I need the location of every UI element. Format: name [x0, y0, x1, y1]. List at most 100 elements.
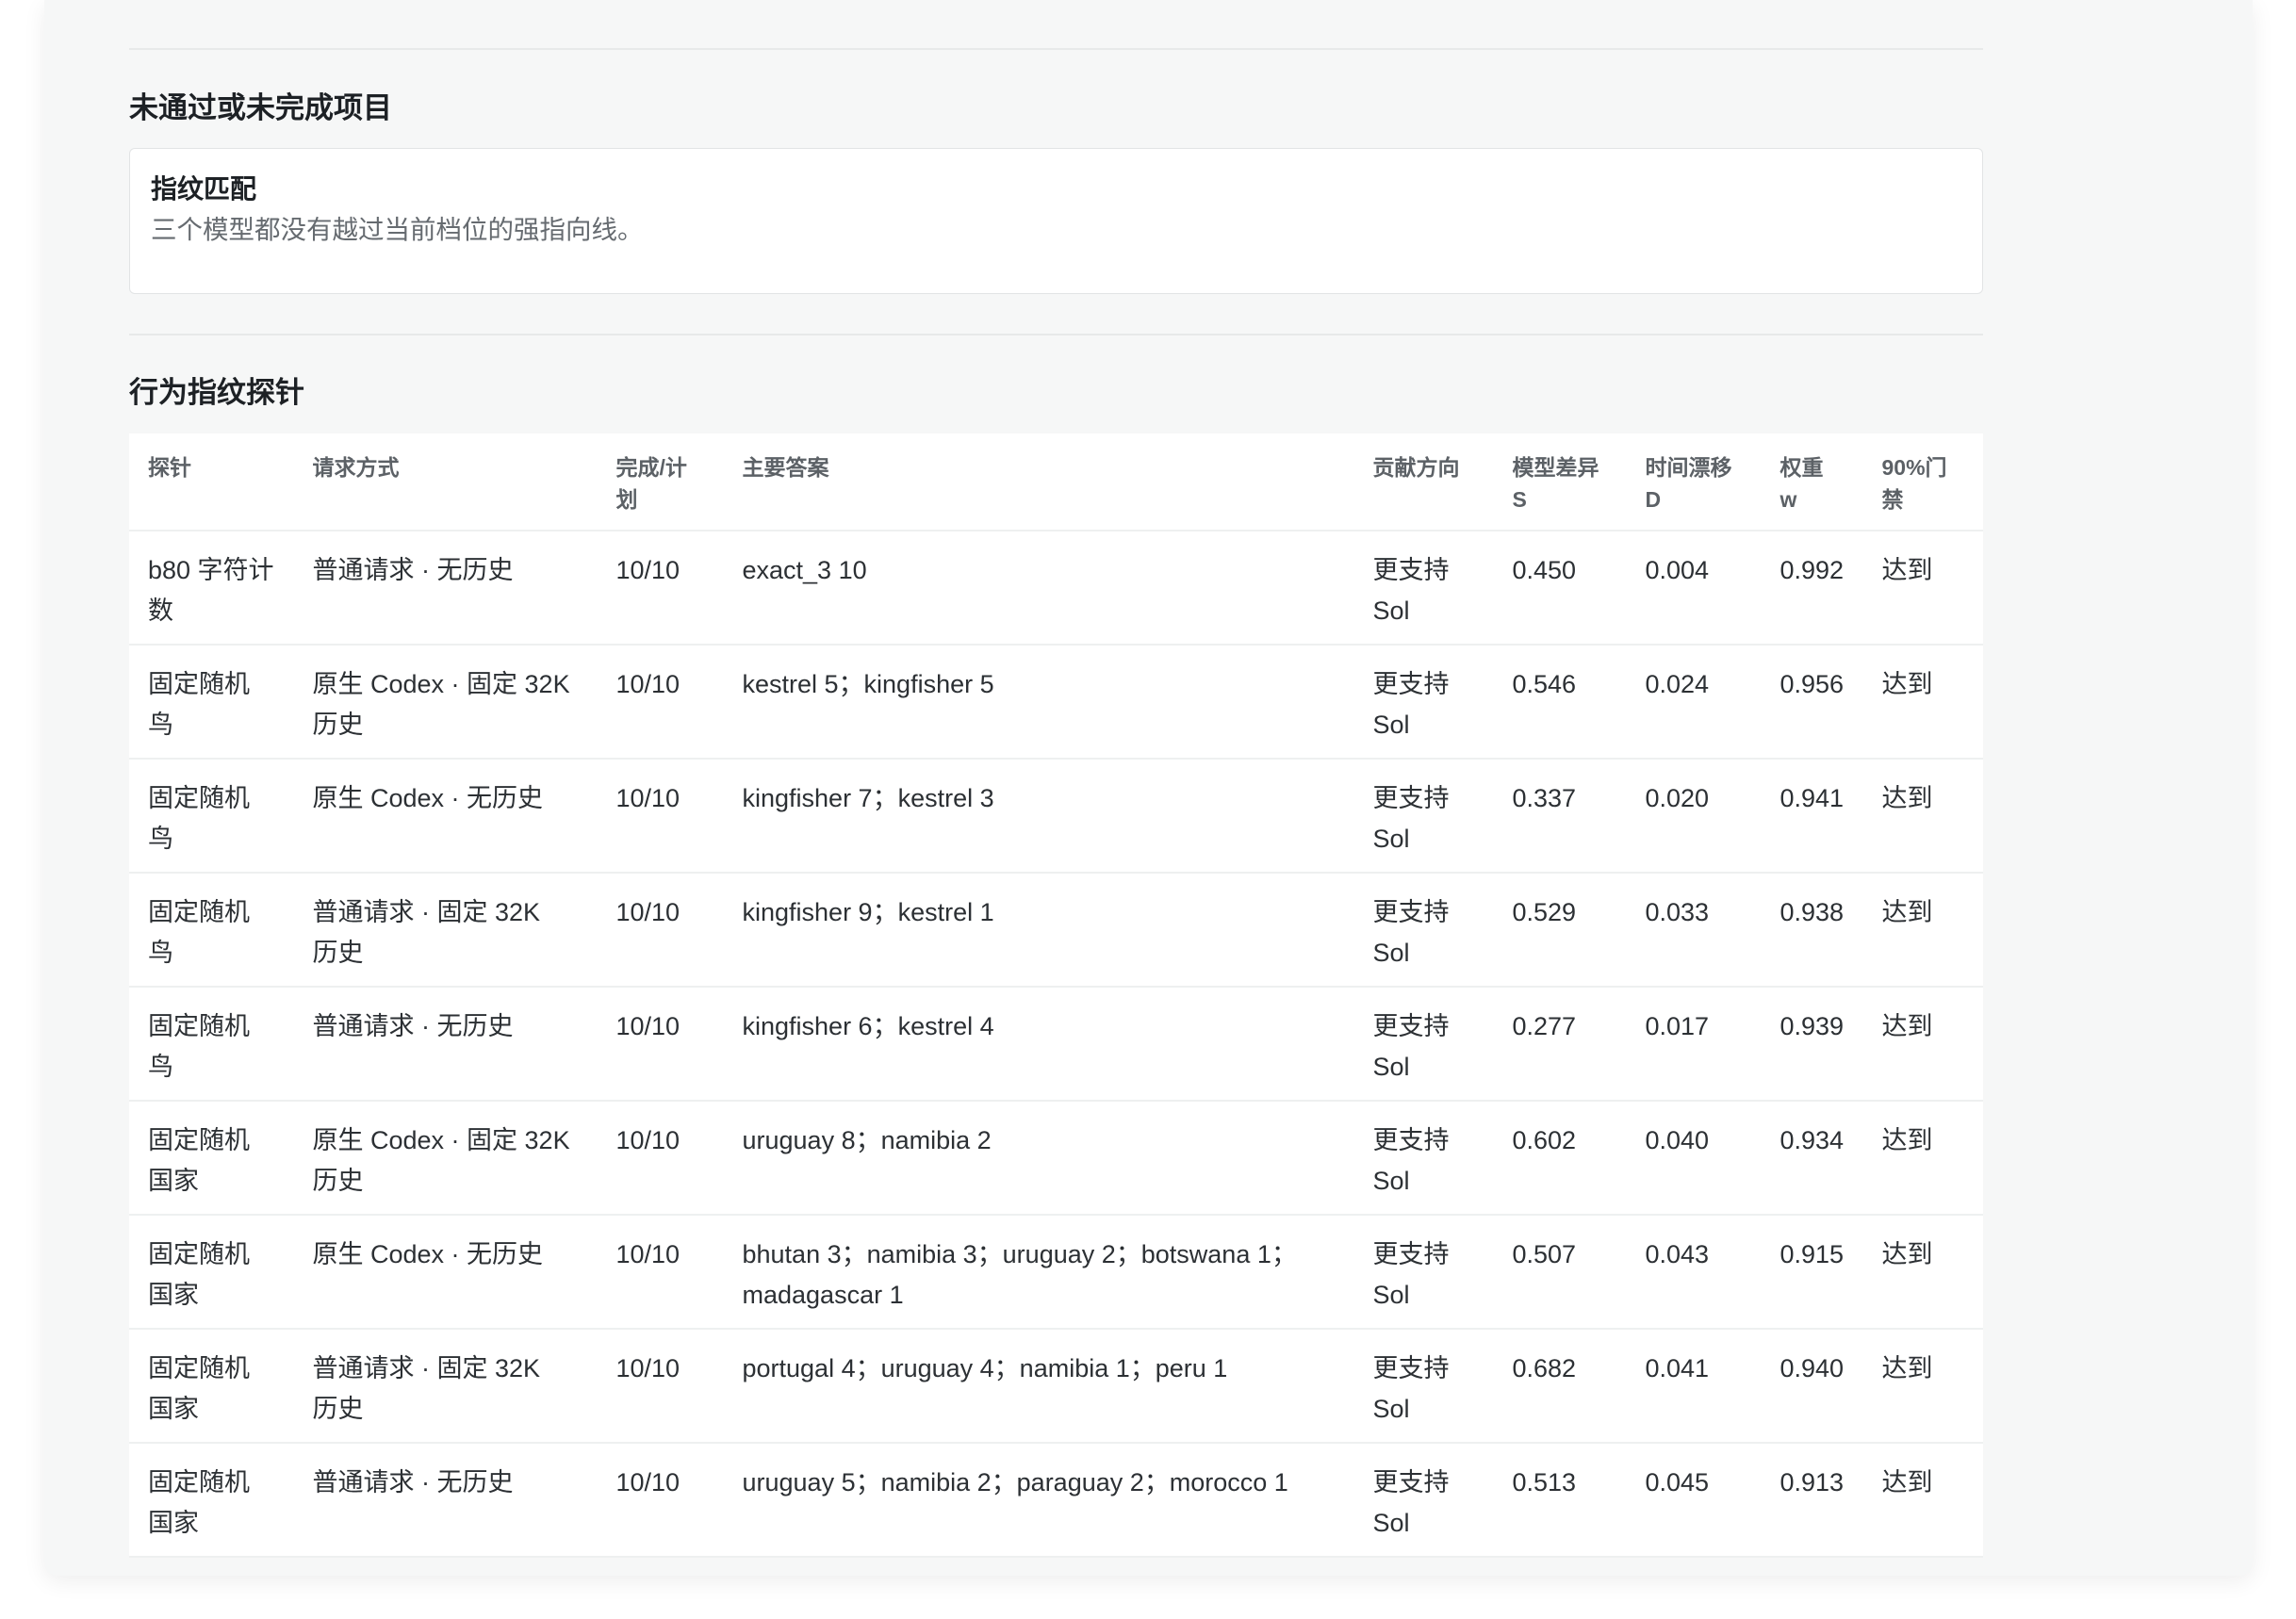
table-row: 固定随机国家 原生 Codex · 固定 32K 历史 10/10 uruguay 8…: [129, 1102, 1983, 1216]
column-header-probe: 探针: [148, 455, 191, 480]
cell-main-answers: bhutan 3；namibia 3；uruguay 2；botswana 1；…: [742, 1240, 1297, 1309]
cell-model-difference-s: 0.450: [1512, 556, 1577, 584]
column-header-weight-w: 权重 w: [1779, 455, 1824, 512]
cell-request-mode: 普通请求 · 固定 32K 历史: [312, 898, 541, 967]
cell-model-difference-s: 0.507: [1512, 1240, 1577, 1268]
cell-model-difference-s: 0.277: [1512, 1012, 1577, 1040]
table-row: 固定随机国家 原生 Codex · 无历史 10/10 bhutan 3；namibi…: [129, 1216, 1983, 1330]
cell-time-drift-d: 0.041: [1645, 1354, 1710, 1382]
cell-time-drift-d: 0.017: [1645, 1012, 1710, 1040]
column-header-request-mode: 请求方式: [312, 455, 400, 480]
cell-model-difference-s: 0.513: [1512, 1468, 1577, 1496]
cell-request-mode: 原生 Codex · 无历史: [312, 784, 544, 812]
cell-probe: 固定随机国家: [148, 1126, 250, 1195]
incomplete-item-card: 指纹匹配 三个模型都没有越过当前档位的强指向线。: [129, 148, 1983, 294]
table-row: 固定随机鸟 原生 Codex · 固定 32K 历史 10/10 kestrel 5；…: [129, 646, 1983, 760]
table-body: b80 字符计数 普通请求 · 无历史 10/10 exact_3 10 更支持 Sol…: [129, 531, 1983, 1558]
cell-weight-w: 0.992: [1779, 556, 1845, 584]
incomplete-item-title: 指纹匹配: [151, 173, 257, 204]
cell-model-difference-s: 0.546: [1512, 670, 1577, 698]
column-header-completed-planned: 完成/计划: [615, 455, 687, 512]
cell-completed-planned: 10/10: [615, 1126, 681, 1154]
cell-contribution-direction: 更支持 Sol: [1372, 784, 1450, 853]
cell-gate-90: 达到: [1881, 1126, 1933, 1154]
cell-model-difference-s: 0.682: [1512, 1354, 1577, 1382]
cell-request-mode: 原生 Codex · 固定 32K 历史: [312, 1126, 570, 1195]
cell-time-drift-d: 0.043: [1645, 1240, 1710, 1268]
cell-probe: 固定随机国家: [148, 1468, 250, 1537]
table-row: 固定随机鸟 普通请求 · 固定 32K 历史 10/10 kingfisher 9；k…: [129, 874, 1983, 988]
table-row: 固定随机国家 普通请求 · 固定 32K 历史 10/10 portugal 4；ur…: [129, 1330, 1983, 1444]
section-title-incomplete: 未通过或未完成项目: [129, 91, 392, 124]
cell-gate-90: 达到: [1881, 670, 1933, 698]
cell-request-mode: 普通请求 · 固定 32K 历史: [312, 1354, 541, 1423]
cell-completed-planned: 10/10: [615, 784, 681, 812]
cell-completed-planned: 10/10: [615, 1354, 681, 1382]
cell-gate-90: 达到: [1881, 898, 1933, 926]
cell-probe: 固定随机鸟: [148, 898, 250, 967]
cell-time-drift-d: 0.004: [1645, 556, 1710, 584]
column-header-gate-90: 90%门禁: [1881, 455, 1947, 512]
cell-model-difference-s: 0.529: [1512, 898, 1577, 926]
cell-time-drift-d: 0.024: [1645, 670, 1710, 698]
cell-weight-w: 0.913: [1779, 1468, 1845, 1496]
section-divider: [129, 334, 1983, 335]
cell-weight-w: 0.915: [1779, 1240, 1845, 1268]
cell-time-drift-d: 0.045: [1645, 1468, 1710, 1496]
cell-contribution-direction: 更支持 Sol: [1372, 670, 1450, 739]
section-title-probes: 行为指纹探针: [129, 375, 304, 409]
cell-time-drift-d: 0.040: [1645, 1126, 1710, 1154]
cell-request-mode: 原生 Codex · 无历史: [312, 1240, 544, 1268]
cell-main-answers: kingfisher 6；kestrel 4: [742, 1012, 994, 1040]
cell-probe: 固定随机鸟: [148, 784, 250, 853]
cell-gate-90: 达到: [1881, 556, 1933, 584]
incomplete-item-description: 三个模型都没有越过当前档位的强指向线。: [151, 214, 644, 244]
cell-request-mode: 普通请求 · 无历史: [312, 556, 514, 584]
cell-main-answers: uruguay 5；namibia 2；paraguay 2；morocco 1: [742, 1468, 1288, 1496]
section-divider: [129, 48, 1983, 50]
cell-contribution-direction: 更支持 Sol: [1372, 556, 1450, 625]
cell-weight-w: 0.934: [1779, 1126, 1845, 1154]
cell-gate-90: 达到: [1881, 1240, 1933, 1268]
cell-completed-planned: 10/10: [615, 670, 681, 698]
cell-weight-w: 0.941: [1779, 784, 1845, 812]
cell-gate-90: 达到: [1881, 784, 1933, 812]
cell-main-answers: exact_3 10: [742, 556, 867, 584]
cell-gate-90: 达到: [1881, 1354, 1933, 1382]
cell-time-drift-d: 0.033: [1645, 898, 1710, 926]
cell-main-answers: kestrel 5；kingfisher 5: [742, 670, 994, 698]
cell-gate-90: 达到: [1881, 1012, 1933, 1040]
cell-request-mode: 普通请求 · 无历史: [312, 1468, 514, 1496]
cell-probe: 固定随机国家: [148, 1354, 250, 1423]
cell-completed-planned: 10/10: [615, 556, 681, 584]
cell-request-mode: 原生 Codex · 固定 32K 历史: [312, 670, 570, 739]
cell-time-drift-d: 0.020: [1645, 784, 1710, 812]
cell-contribution-direction: 更支持 Sol: [1372, 1354, 1450, 1423]
table-header-row: 探针 请求方式 完成/计划 主要答案 贡献方向 模型差异 S 时间漂移 D 权重 w 90%门禁: [129, 433, 1983, 531]
cell-model-difference-s: 0.337: [1512, 784, 1577, 812]
cell-request-mode: 普通请求 · 无历史: [312, 1012, 514, 1040]
table-row: 固定随机鸟 普通请求 · 无历史 10/10 kingfisher 6；kestrel…: [129, 988, 1983, 1102]
cell-weight-w: 0.938: [1779, 898, 1845, 926]
cell-model-difference-s: 0.602: [1512, 1126, 1577, 1154]
cell-completed-planned: 10/10: [615, 1240, 681, 1268]
cell-probe: b80 字符计数: [148, 556, 274, 625]
cell-main-answers: kingfisher 9；kestrel 1: [742, 898, 994, 926]
cell-gate-90: 达到: [1881, 1468, 1933, 1496]
column-header-time-drift-d: 时间漂移 D: [1645, 455, 1732, 512]
cell-contribution-direction: 更支持 Sol: [1372, 1012, 1450, 1081]
cell-probe: 固定随机国家: [148, 1240, 250, 1309]
cell-contribution-direction: 更支持 Sol: [1372, 1126, 1450, 1195]
cell-contribution-direction: 更支持 Sol: [1372, 898, 1450, 967]
cell-main-answers: uruguay 8；namibia 2: [742, 1126, 992, 1154]
cell-completed-planned: 10/10: [615, 898, 681, 926]
table-row: 固定随机国家 普通请求 · 无历史 10/10 uruguay 5；namibia 2…: [129, 1444, 1983, 1558]
cell-probe: 固定随机鸟: [148, 1012, 250, 1081]
cell-main-answers: portugal 4；uruguay 4；namibia 1；peru 1: [742, 1354, 1228, 1382]
cell-contribution-direction: 更支持 Sol: [1372, 1468, 1450, 1537]
cell-contribution-direction: 更支持 Sol: [1372, 1240, 1450, 1309]
table-row: b80 字符计数 普通请求 · 无历史 10/10 exact_3 10 更支持 Sol…: [129, 531, 1983, 646]
report-card: 未通过或未完成项目 指纹匹配 三个模型都没有越过当前档位的强指向线。 行为指纹探…: [44, 0, 2253, 1576]
probe-table: 探针 请求方式 完成/计划 主要答案 贡献方向 模型差异 S 时间漂移 D 权重 w 90%门禁…: [129, 433, 1983, 1558]
cell-weight-w: 0.940: [1779, 1354, 1845, 1382]
